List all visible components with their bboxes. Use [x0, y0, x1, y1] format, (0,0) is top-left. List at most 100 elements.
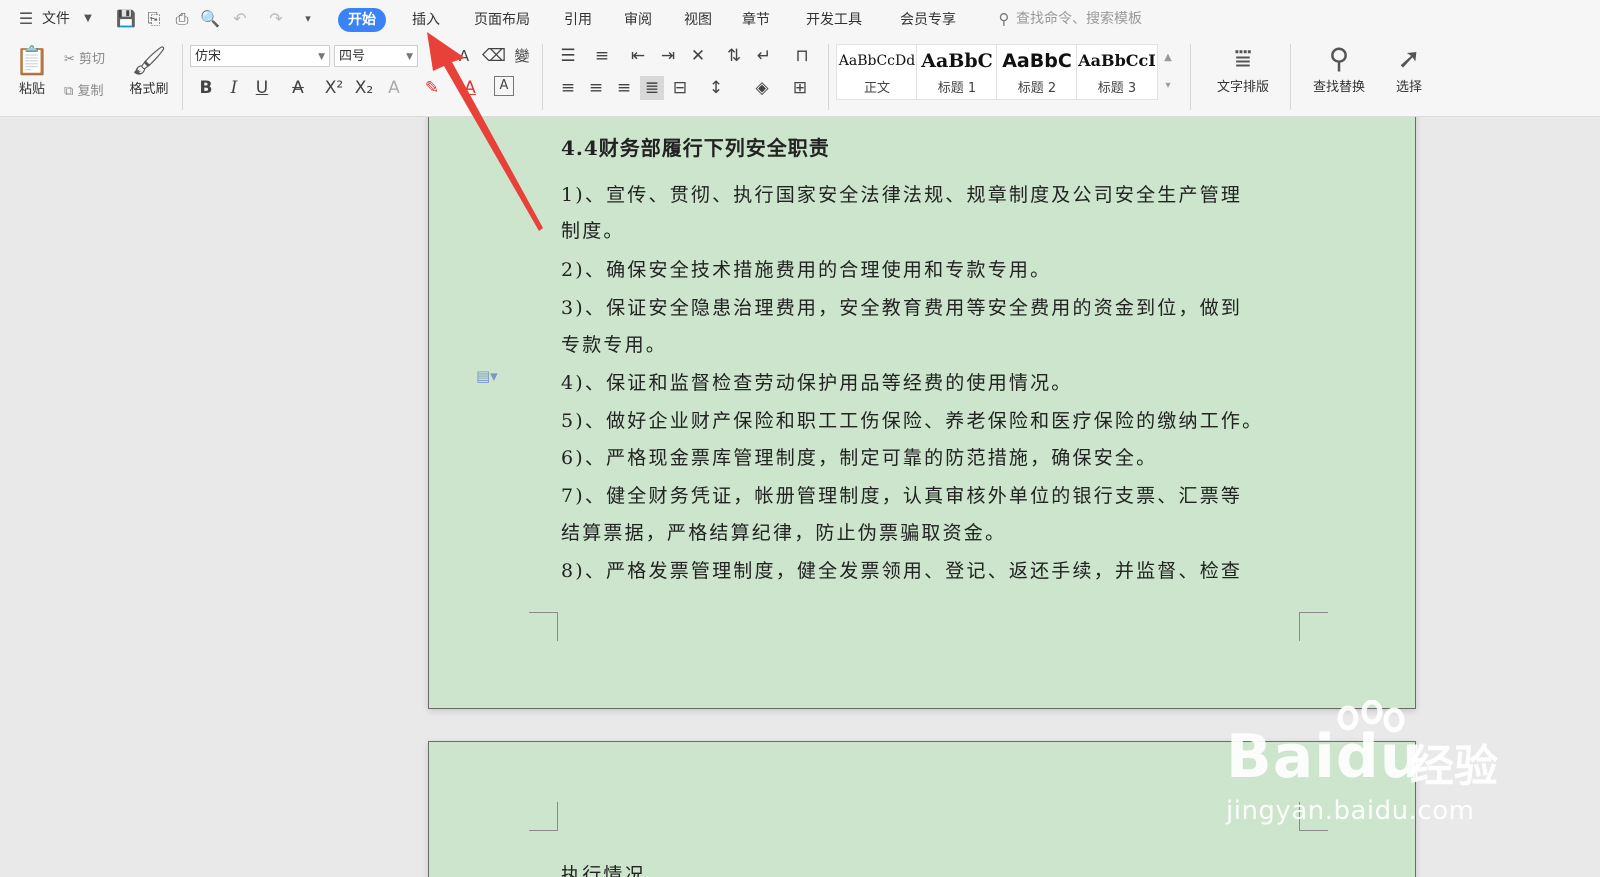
paragraph-mark-icon[interactable]: ↵ [752, 44, 776, 68]
chevron-down-icon[interactable]: ▼ [78, 9, 98, 29]
cut-button[interactable]: ✂ 剪切 [64, 48, 105, 67]
tab-1[interactable]: 插入 [406, 8, 446, 32]
document-line: 3)、保证安全隐患治理费用，安全教育费用等安全费用的资金到位，做到 [561, 297, 1243, 319]
section-heading: 4.4财务部履行下列安全职责 [561, 136, 830, 160]
subscript-icon[interactable]: X₂ [352, 76, 376, 100]
text-layout-button[interactable]: ⩸ 文字排版 [1206, 42, 1280, 95]
line-spacing-icon[interactable]: ↕ [704, 76, 728, 100]
tab-5[interactable]: 视图 [678, 8, 718, 32]
document-line: 结算票据，严格结算纪律，防止伪票骗取资金。 [561, 522, 1007, 544]
menu-icon[interactable]: ☰ [16, 9, 36, 29]
superscript-icon[interactable]: X² [322, 76, 346, 100]
print-preview-icon[interactable]: 🔍 [200, 9, 220, 29]
distribute-icon[interactable]: ⊟ [668, 76, 692, 100]
document-line: 7)、健全财务凭证，帐册管理制度，认真审核外单位的银行支票、汇票等 [561, 485, 1243, 507]
decrease-indent-icon[interactable]: ⇤ [626, 44, 650, 68]
save-icon[interactable]: 💾 [116, 9, 136, 29]
magnifier-icon: ⚲ [1328, 42, 1350, 75]
divider [828, 44, 829, 110]
tab-6[interactable]: 章节 [736, 8, 776, 32]
borders-icon[interactable]: ⊞ [788, 76, 812, 100]
watermark-tagline: 经验 [1410, 741, 1498, 792]
crop-mark [529, 612, 558, 641]
font-size-select[interactable]: 四号 ▼ [334, 45, 418, 67]
text-effect-icon[interactable]: A [382, 76, 406, 100]
print-icon[interactable]: ⎙ [172, 9, 192, 29]
bold-icon[interactable]: B [194, 76, 218, 100]
paragraph-handle-icon[interactable]: ▤▾ [476, 367, 498, 385]
tab-0[interactable]: 开始 [338, 8, 386, 32]
cut-label: 剪切 [79, 52, 106, 67]
font-name-select[interactable]: 仿宋 ▼ [190, 45, 330, 67]
numbered-list-icon[interactable]: ≡ [590, 44, 614, 68]
document-line: 4)、保证和监督检查劳动保护用品等经费的使用情况。 [561, 372, 1073, 394]
divider [1290, 44, 1291, 110]
document-line: 1)、宣传、贯彻、执行国家安全法律法规、规章制度及公司安全生产管理 [561, 184, 1243, 206]
sort-icon[interactable]: ⇅ [722, 44, 746, 68]
styles-more-icon[interactable]: ▾ [1156, 74, 1180, 98]
align-center-icon[interactable]: ≡ [584, 76, 608, 100]
phonetic-guide-icon[interactable]: 變 [510, 44, 534, 68]
align-right-icon[interactable]: ≡ [612, 76, 636, 100]
italic-icon[interactable]: I [222, 76, 246, 100]
style-normal[interactable]: AaBbCcDd 正文 [836, 44, 918, 100]
file-menu[interactable]: 文件 [42, 0, 70, 38]
redo-icon[interactable]: ↷ [266, 9, 286, 29]
scissors-icon: ✂ [64, 52, 75, 67]
paste-button[interactable]: 📋 粘贴 [12, 44, 52, 97]
shrink-font-icon[interactable]: A [452, 44, 476, 68]
page2-text: 执行情况 [561, 864, 646, 877]
style-name: 标题 3 [1097, 81, 1137, 96]
format-painter-button[interactable]: 🖌 格式刷 [124, 44, 174, 97]
style-sample: AaBbCcI [1078, 51, 1156, 70]
search-icon: ⚲ [998, 10, 1010, 28]
strikethrough-icon[interactable]: A [286, 76, 310, 100]
font-color-icon[interactable]: A [458, 76, 482, 100]
style-heading-1[interactable]: AaBbC 标题 1 [916, 44, 998, 100]
document-page[interactable]: 4.4财务部履行下列安全职责 1)、宣传、贯彻、执行国家安全法律法规、规章制度及… [428, 117, 1416, 709]
divider [182, 44, 183, 110]
copy-button[interactable]: ⧉ 复制 [64, 80, 103, 99]
undo-icon[interactable]: ↶ [230, 9, 250, 29]
document-line: 8)、严格发票管理制度，健全发票领用、登记、返还手续，并监督、检查 [561, 560, 1243, 582]
document-line: 专款专用。 [561, 334, 668, 356]
tab-3[interactable]: 引用 [558, 8, 598, 32]
more-icon[interactable]: ▾ [298, 9, 318, 29]
ribbon: 📋 粘贴 ✂ 剪切 ⧉ 复制 🖌 格式刷 仿宋 ▼ 四号 ▼ A ⌫ 變 B I U… [0, 38, 1600, 117]
format-painter-label: 格式刷 [129, 82, 169, 97]
find-replace-button[interactable]: ⚲ 查找替换 [1302, 42, 1376, 95]
chevron-down-icon: ▼ [318, 52, 325, 62]
underline-icon[interactable]: U [250, 76, 274, 100]
export-icon[interactable]: ⎘ [144, 9, 164, 29]
tab-2[interactable]: 页面布局 [468, 8, 536, 32]
chinese-layout-icon[interactable]: ✕ [686, 44, 710, 68]
command-search[interactable]: 查找命令、搜索模板 [1016, 0, 1142, 38]
watermark-brand-part1: Bai [1226, 722, 1336, 792]
char-border-icon[interactable]: A [494, 76, 514, 96]
divider [1190, 44, 1191, 110]
style-heading-3[interactable]: AaBbCcI 标题 3 [1076, 44, 1158, 100]
tab-8[interactable]: 会员专享 [894, 8, 962, 32]
select-button[interactable]: ➚ 选择 [1384, 42, 1434, 95]
style-name: 标题 1 [937, 81, 977, 96]
watermark-url: jingyan.baidu.com [1226, 796, 1475, 826]
crop-mark [1299, 612, 1328, 641]
paste-label: 粘贴 [18, 82, 45, 97]
style-heading-2[interactable]: AaBbC 标题 2 [996, 44, 1078, 100]
increase-indent-icon[interactable]: ⇥ [656, 44, 680, 68]
document-line: 5)、做好企业财产保险和职工工伤保险、养老保险和医疗保险的缴纳工作。 [561, 410, 1264, 432]
watermark-brand: Baidu [1226, 722, 1423, 792]
justify-icon[interactable]: ≣ [640, 76, 664, 100]
clear-format-icon[interactable]: ⌫ [482, 44, 506, 68]
divider [542, 44, 543, 110]
tab-4[interactable]: 审阅 [618, 8, 658, 32]
tab-stops-icon[interactable]: ⊓ [790, 44, 814, 68]
highlight-icon[interactable]: ✎ [420, 76, 444, 100]
bullet-list-icon[interactable]: ☰ [556, 44, 580, 68]
align-left-icon[interactable]: ≡ [556, 76, 580, 100]
shading-icon[interactable]: ◈ [750, 76, 774, 100]
styles-scroll-up-icon[interactable]: ▲ [1156, 46, 1180, 70]
tab-7[interactable]: 开发工具 [800, 8, 868, 32]
cursor-icon: ➚ [1397, 42, 1421, 75]
copy-label: 复制 [77, 84, 104, 99]
